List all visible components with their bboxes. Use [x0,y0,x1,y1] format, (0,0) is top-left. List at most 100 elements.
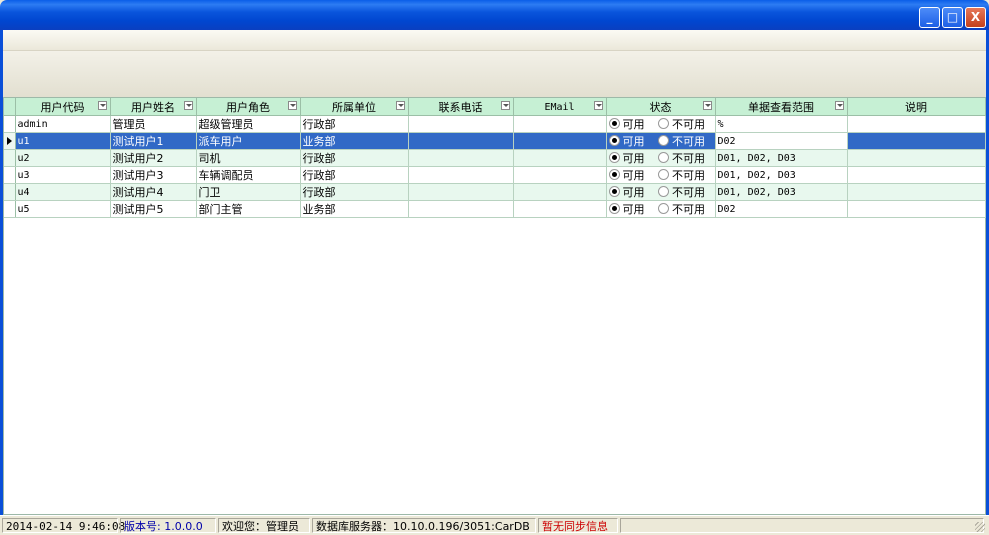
cell-user-name[interactable]: 管理员 [110,115,197,133]
status-available-radio[interactable] [608,135,620,146]
table-row[interactable]: admin 管理员 超级管理员 行政部 可用 不可用 % [4,115,986,133]
cell-note[interactable] [847,183,986,201]
minimize-button[interactable]: _ [919,7,940,28]
cell-user-role[interactable]: 超级管理员 [196,115,301,133]
table-row[interactable]: u2 测试用户2 司机 行政部 可用 不可用 D01, D02, D03 [4,149,986,167]
column-header-note[interactable]: 说明 [847,98,986,116]
cell-user-code[interactable]: u4 [15,183,111,201]
filter-dropdown-icon[interactable] [500,101,510,110]
cell-user-name[interactable]: 测试用户2 [110,149,197,167]
cell-email[interactable] [513,115,607,133]
status-unavailable-radio[interactable] [658,135,669,146]
cell-status[interactable]: 可用 不可用 [606,166,716,184]
cell-user-role[interactable]: 部门主管 [196,200,301,218]
status-unavailable-radio[interactable] [658,118,669,129]
filter-dropdown-icon[interactable] [702,101,712,110]
column-header-user-name[interactable]: 用户姓名 [110,98,197,116]
maximize-button[interactable]: □ [942,7,963,28]
cell-status[interactable]: 可用 不可用 [606,183,716,201]
column-header-status[interactable]: 状态 [606,98,716,116]
cell-phone[interactable] [408,200,514,218]
column-header-phone[interactable]: 联系电话 [408,98,514,116]
status-available-radio[interactable] [608,169,620,180]
status-available-radio[interactable] [608,203,620,214]
column-header-user-code[interactable]: 用户代码 [15,98,111,116]
cell-user-name[interactable]: 测试用户1 [110,132,197,150]
row-indicator[interactable] [4,115,16,133]
cell-unit[interactable]: 行政部 [300,115,409,133]
cell-scope[interactable]: D02 [715,200,848,218]
cell-user-code[interactable]: u5 [15,200,111,218]
cell-user-role[interactable]: 门卫 [196,183,301,201]
close-button[interactable]: X [965,7,986,28]
status-available-radio[interactable] [608,186,620,197]
cell-note[interactable] [847,166,986,184]
column-header-unit[interactable]: 所属单位 [300,98,409,116]
table-row-selected[interactable]: u1 测试用户1 派车用户 业务部 可用 不可用 D02 [4,132,986,150]
filter-dropdown-icon[interactable] [593,101,603,110]
status-available-radio[interactable] [608,118,620,129]
cell-status[interactable]: 可用 不可用 [606,132,716,150]
cell-phone[interactable] [408,183,514,201]
column-header-scope[interactable]: 单据查看范围 [715,98,848,116]
filter-dropdown-icon[interactable] [395,101,405,110]
status-available-radio[interactable] [608,152,620,163]
cell-user-role[interactable]: 派车用户 [196,132,301,150]
cell-scope[interactable]: D01, D02, D03 [715,183,848,201]
column-header-email[interactable]: EMail [513,98,607,116]
cell-phone[interactable] [408,132,514,150]
cell-phone[interactable] [408,115,514,133]
row-indicator[interactable] [4,166,16,184]
cell-user-code[interactable]: u2 [15,149,111,167]
cell-user-code[interactable]: u1 [15,132,111,150]
cell-scope[interactable]: D01, D02, D03 [715,149,848,167]
status-unavailable-radio[interactable] [658,169,669,180]
status-unavailable-radio[interactable] [658,152,669,163]
cell-user-name[interactable]: 测试用户5 [110,200,197,218]
cell-email[interactable] [513,183,607,201]
cell-user-code[interactable]: admin [15,115,111,133]
cell-note[interactable] [847,115,986,133]
cell-phone[interactable] [408,166,514,184]
filter-dropdown-icon[interactable] [287,101,297,110]
table-row[interactable]: u4 测试用户4 门卫 行政部 可用 不可用 D01, D02, D03 [4,183,986,201]
cell-user-code[interactable]: u3 [15,166,111,184]
cell-unit[interactable]: 业务部 [300,200,409,218]
cell-note[interactable] [847,200,986,218]
cell-unit[interactable]: 业务部 [300,132,409,150]
cell-scope[interactable]: % [715,115,848,133]
cell-status[interactable]: 可用 不可用 [606,115,716,133]
filter-dropdown-icon[interactable] [183,101,193,110]
cell-unit[interactable]: 行政部 [300,183,409,201]
column-header-user-role[interactable]: 用户角色 [196,98,301,116]
table-row[interactable]: u3 测试用户3 车辆调配员 行政部 可用 不可用 D01, D02, D03 [4,166,986,184]
filter-dropdown-icon[interactable] [97,101,107,110]
cell-email[interactable] [513,149,607,167]
row-indicator[interactable] [4,149,16,167]
row-indicator[interactable] [4,183,16,201]
cell-status[interactable]: 可用 不可用 [606,200,716,218]
cell-phone[interactable] [408,149,514,167]
table-row[interactable]: u5 测试用户5 部门主管 业务部 可用 不可用 D02 [4,200,986,218]
cell-user-name[interactable]: 测试用户4 [110,183,197,201]
row-indicator[interactable] [4,200,16,218]
row-indicator[interactable] [4,132,16,150]
filter-dropdown-icon[interactable] [834,101,844,110]
cell-user-role[interactable]: 车辆调配员 [196,166,301,184]
cell-user-role[interactable]: 司机 [196,149,301,167]
cell-status[interactable]: 可用 不可用 [606,149,716,167]
cell-note[interactable] [847,132,986,150]
cell-unit[interactable]: 行政部 [300,149,409,167]
resize-grip-icon[interactable] [975,522,985,532]
cell-user-name[interactable]: 测试用户3 [110,166,197,184]
status-unavailable-radio[interactable] [658,203,669,214]
cell-email[interactable] [513,132,607,150]
cell-unit[interactable]: 行政部 [300,166,409,184]
cell-email[interactable] [513,200,607,218]
user-grid[interactable]: 用户代码 用户姓名 用户角色 所属单位 联系电话 EMail 状态 单据查看范围… [3,97,986,515]
cell-email[interactable] [513,166,607,184]
status-unavailable-radio[interactable] [658,186,669,197]
cell-note[interactable] [847,149,986,167]
cell-scope[interactable]: D01, D02, D03 [715,166,848,184]
cell-scope-editing[interactable]: D02 [715,132,848,150]
